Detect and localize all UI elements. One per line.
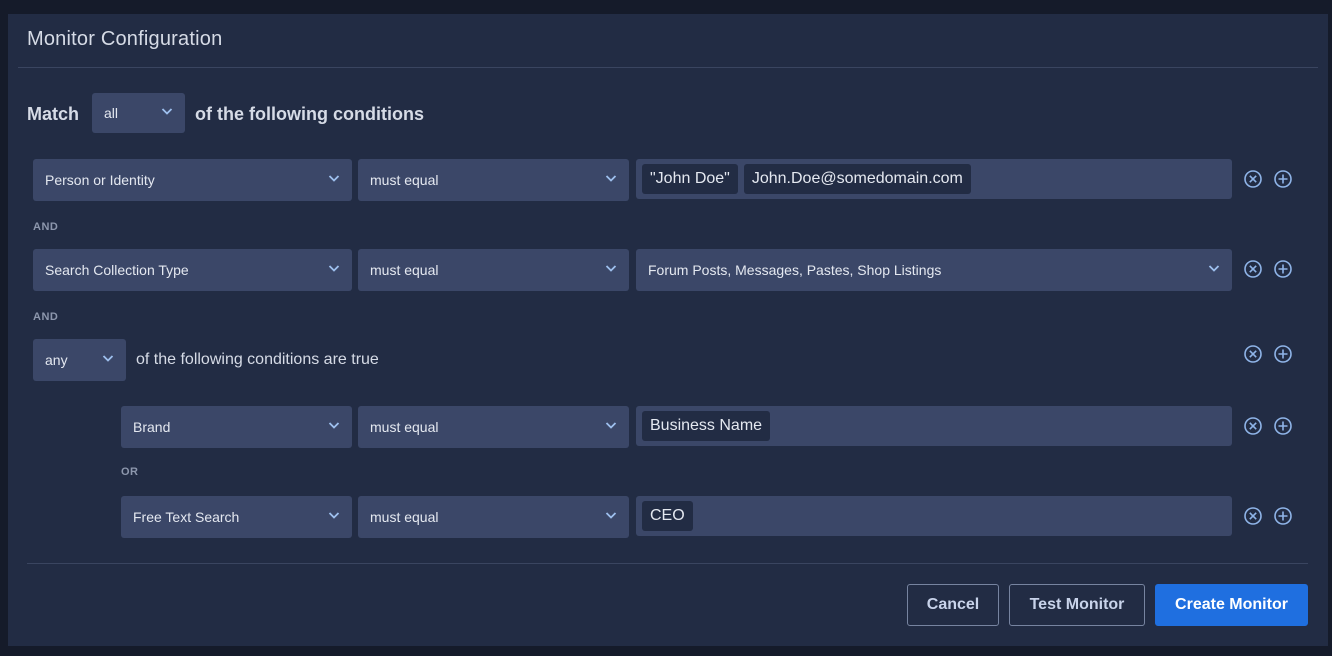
condition-1-value-input[interactable]: "John Doe" John.Doe@somedomain.com [636, 159, 1232, 199]
condition-2-operator-value: must equal [370, 262, 439, 278]
value-tag[interactable]: CEO [642, 501, 693, 531]
group-condition-1-value-input[interactable]: Business Name [636, 406, 1232, 446]
chevron-down-icon [605, 262, 617, 274]
group-mode-value: any [45, 352, 68, 368]
join-or-1: OR [121, 466, 139, 478]
condition-2-operator-select[interactable]: must equal [358, 249, 629, 291]
value-tag[interactable]: John.Doe@somedomain.com [743, 164, 971, 194]
join-and-2: AND [33, 311, 59, 323]
close-circle-icon[interactable] [1243, 506, 1263, 526]
chevron-down-icon [328, 419, 340, 431]
monitor-config-panel: Monitor Configuration Match all of the f… [8, 14, 1328, 646]
chevron-down-icon [328, 262, 340, 274]
condition-2-field-select[interactable]: Search Collection Type [33, 249, 352, 291]
value-tag[interactable]: Business Name [642, 411, 771, 441]
footer-divider [27, 563, 1308, 564]
plus-circle-icon[interactable] [1273, 416, 1293, 436]
group-mode-select[interactable]: any [33, 339, 126, 381]
match-mode-value: all [104, 105, 119, 121]
chevron-down-icon [1208, 262, 1220, 274]
group-suffix: of the following conditions are true [136, 351, 379, 368]
plus-circle-icon[interactable] [1273, 169, 1293, 189]
group-condition-2-operator-value: must equal [370, 509, 439, 525]
value-tag[interactable]: "John Doe" [642, 164, 738, 194]
test-monitor-button[interactable]: Test Monitor [1009, 584, 1145, 626]
group-condition-1-operator-value: must equal [370, 419, 439, 435]
chevron-down-icon [161, 105, 173, 117]
condition-2-value-select[interactable]: Forum Posts, Messages, Pastes, Shop List… [636, 249, 1232, 291]
chevron-down-icon [328, 509, 340, 521]
page-title: Monitor Configuration [27, 28, 223, 50]
condition-1-field-value: Person or Identity [45, 172, 155, 188]
group-condition-1-field-value: Brand [133, 419, 171, 435]
group-condition-2-field-value: Free Text Search [133, 509, 240, 525]
condition-1-operator-select[interactable]: must equal [358, 159, 629, 201]
join-and-1: AND [33, 221, 59, 233]
condition-2-value: Forum Posts, Messages, Pastes, Shop List… [648, 262, 942, 278]
condition-1-field-select[interactable]: Person or Identity [33, 159, 352, 201]
close-circle-icon[interactable] [1243, 169, 1263, 189]
group-condition-2-operator-select[interactable]: must equal [358, 496, 629, 538]
group-condition-2-field-select[interactable]: Free Text Search [121, 496, 352, 538]
chevron-down-icon [102, 352, 114, 364]
close-circle-icon[interactable] [1243, 259, 1263, 279]
create-monitor-button[interactable]: Create Monitor [1155, 584, 1308, 626]
plus-circle-icon[interactable] [1273, 506, 1293, 526]
match-mode-select[interactable]: all [92, 93, 185, 133]
close-circle-icon[interactable] [1243, 344, 1263, 364]
chevron-down-icon [605, 172, 617, 184]
header-divider [18, 67, 1318, 68]
group-condition-1-operator-select[interactable]: must equal [358, 406, 629, 448]
plus-circle-icon[interactable] [1273, 259, 1293, 279]
plus-circle-icon[interactable] [1273, 344, 1293, 364]
match-label: Match [27, 104, 80, 124]
close-circle-icon[interactable] [1243, 416, 1263, 436]
group-condition-1-field-select[interactable]: Brand [121, 406, 352, 448]
cancel-button[interactable]: Cancel [907, 584, 999, 626]
chevron-down-icon [328, 172, 340, 184]
chevron-down-icon [605, 419, 617, 431]
condition-1-operator-value: must equal [370, 172, 439, 188]
chevron-down-icon [605, 509, 617, 521]
match-suffix: of the following conditions [195, 104, 424, 124]
condition-2-field-value: Search Collection Type [45, 262, 189, 278]
group-condition-2-value-input[interactable]: CEO [636, 496, 1232, 536]
